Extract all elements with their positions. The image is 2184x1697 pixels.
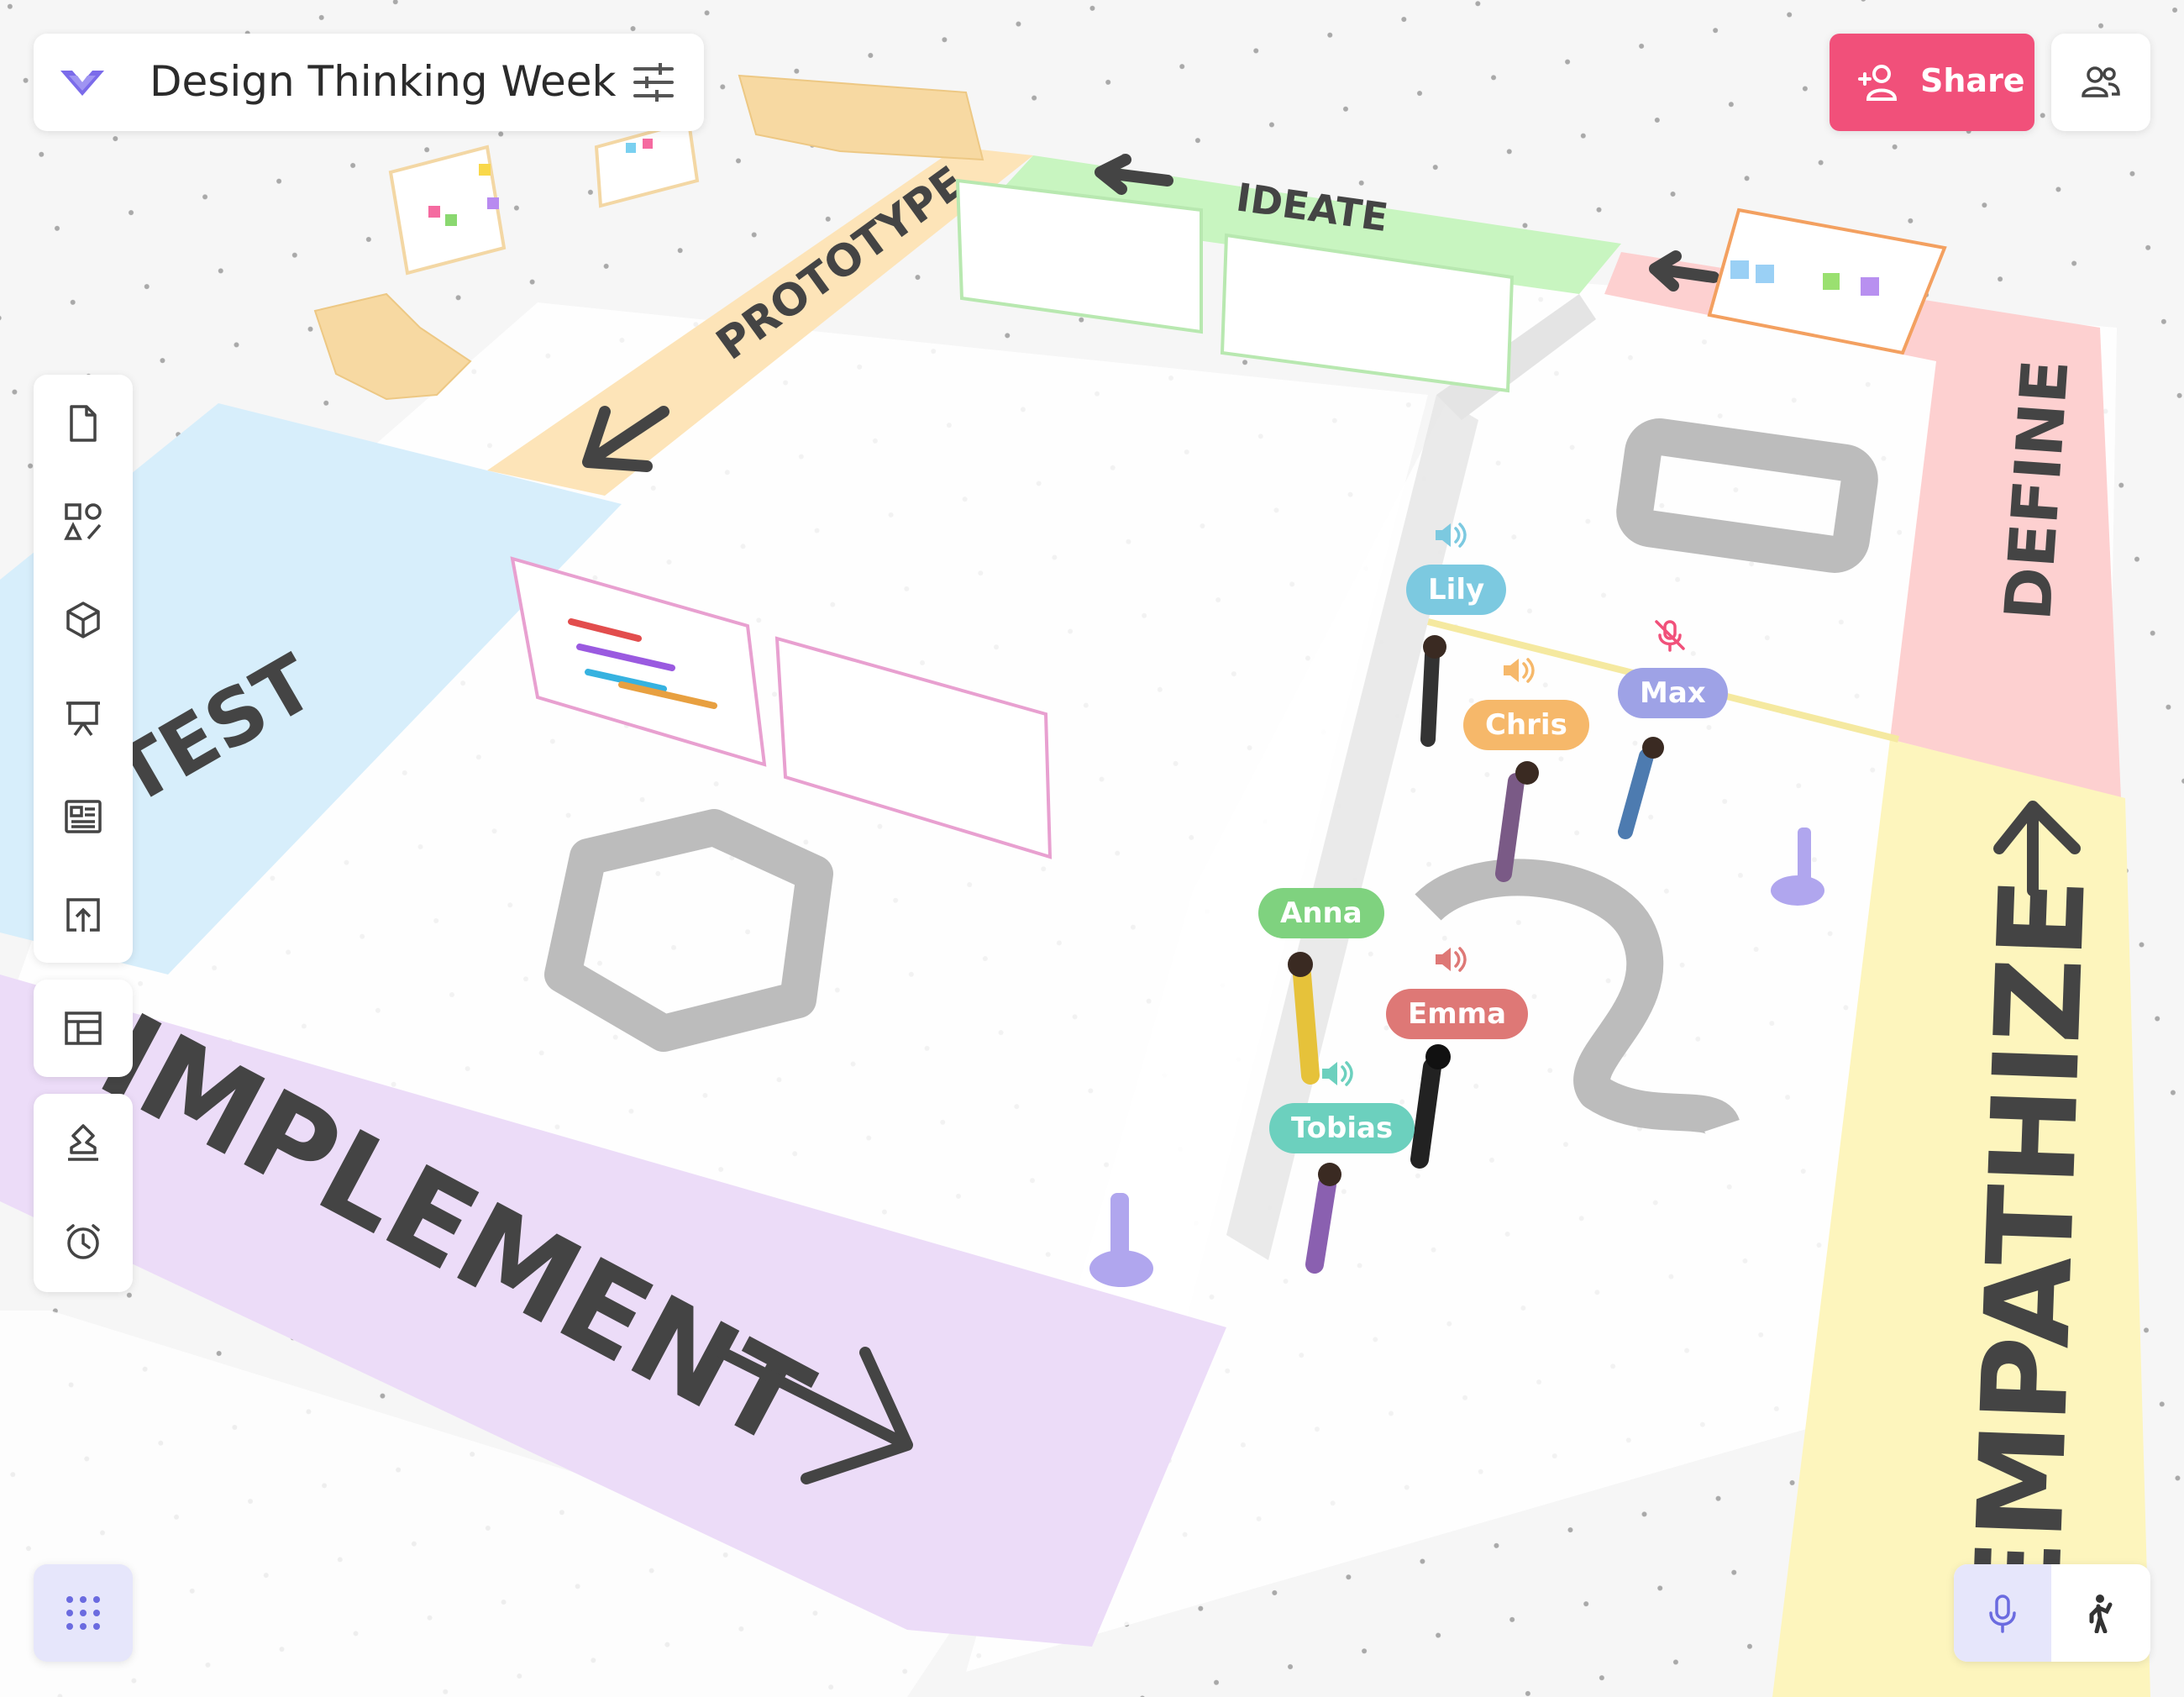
avatar-tag-max[interactable]: Max: [1618, 668, 1728, 718]
microphone-icon: [1989, 1595, 2016, 1633]
speaker-icon: [1436, 523, 1467, 548]
presentation-tool[interactable]: [34, 670, 133, 767]
avatar-tag-tobias[interactable]: Tobias: [1269, 1103, 1415, 1153]
stamp-icon: [68, 1124, 98, 1161]
3d-object-tool[interactable]: [34, 571, 133, 669]
empathize-label: EMPATHIZE: [1950, 875, 2113, 1622]
presentation-icon: [66, 701, 100, 737]
voice-controls: [1954, 1564, 2150, 1662]
upload-tool[interactable]: [34, 866, 133, 964]
page-tool[interactable]: [34, 375, 133, 472]
layout-icon: [65, 1011, 102, 1045]
cube-icon: [66, 602, 100, 638]
avatar-tag-lily[interactable]: Lily: [1406, 565, 1507, 615]
board-canvas[interactable]: IDEATE PROTOTYPE TEST DEFINE IMPLEMENT E…: [0, 0, 2184, 1697]
apps-button[interactable]: [34, 1564, 133, 1662]
speaker-icon: [1504, 658, 1535, 683]
left-toolbar: [34, 375, 133, 963]
shapes-icon: [64, 503, 102, 540]
walk-mode-button[interactable]: [2053, 1564, 2150, 1662]
svg-text:EMPATHIZE: EMPATHIZE: [1950, 875, 2113, 1622]
card-tool[interactable]: [34, 768, 133, 865]
card-icon: [65, 800, 102, 833]
sliders-icon[interactable]: [628, 59, 679, 106]
microphone-button[interactable]: [1954, 1564, 2051, 1662]
avatar-tag-emma[interactable]: Emma: [1386, 989, 1529, 1039]
speaker-icon: [1436, 947, 1467, 972]
participants-button[interactable]: [2051, 34, 2150, 131]
avatar-tag-anna[interactable]: Anna: [1258, 888, 1384, 938]
share-label: Share: [1920, 62, 2025, 99]
muted-microphone-icon: [1655, 620, 1685, 652]
walking-person-icon: [2089, 1595, 2113, 1633]
share-button[interactable]: Share: [1830, 34, 2034, 131]
shapes-tool[interactable]: [34, 473, 133, 570]
grid-dots-icon: [66, 1596, 100, 1630]
add-person-icon: [1858, 65, 1898, 101]
stamp-tool[interactable]: [34, 1094, 133, 1191]
timer-icon: [66, 1224, 100, 1259]
board-title-bar: Design Thinking Week: [34, 34, 704, 131]
double-chevron-logo-icon[interactable]: [57, 59, 108, 106]
board-title[interactable]: Design Thinking Week: [150, 57, 617, 106]
timer-tool[interactable]: [34, 1193, 133, 1290]
layout-toolbar: [34, 980, 133, 1077]
upload-icon: [66, 898, 100, 932]
utility-toolbar: [34, 1094, 133, 1292]
speaker-icon: [1322, 1061, 1353, 1086]
page-icon: [70, 405, 97, 442]
people-icon: [2082, 66, 2120, 97]
layout-tool[interactable]: [34, 980, 133, 1077]
avatar-tag-chris[interactable]: Chris: [1463, 700, 1589, 750]
